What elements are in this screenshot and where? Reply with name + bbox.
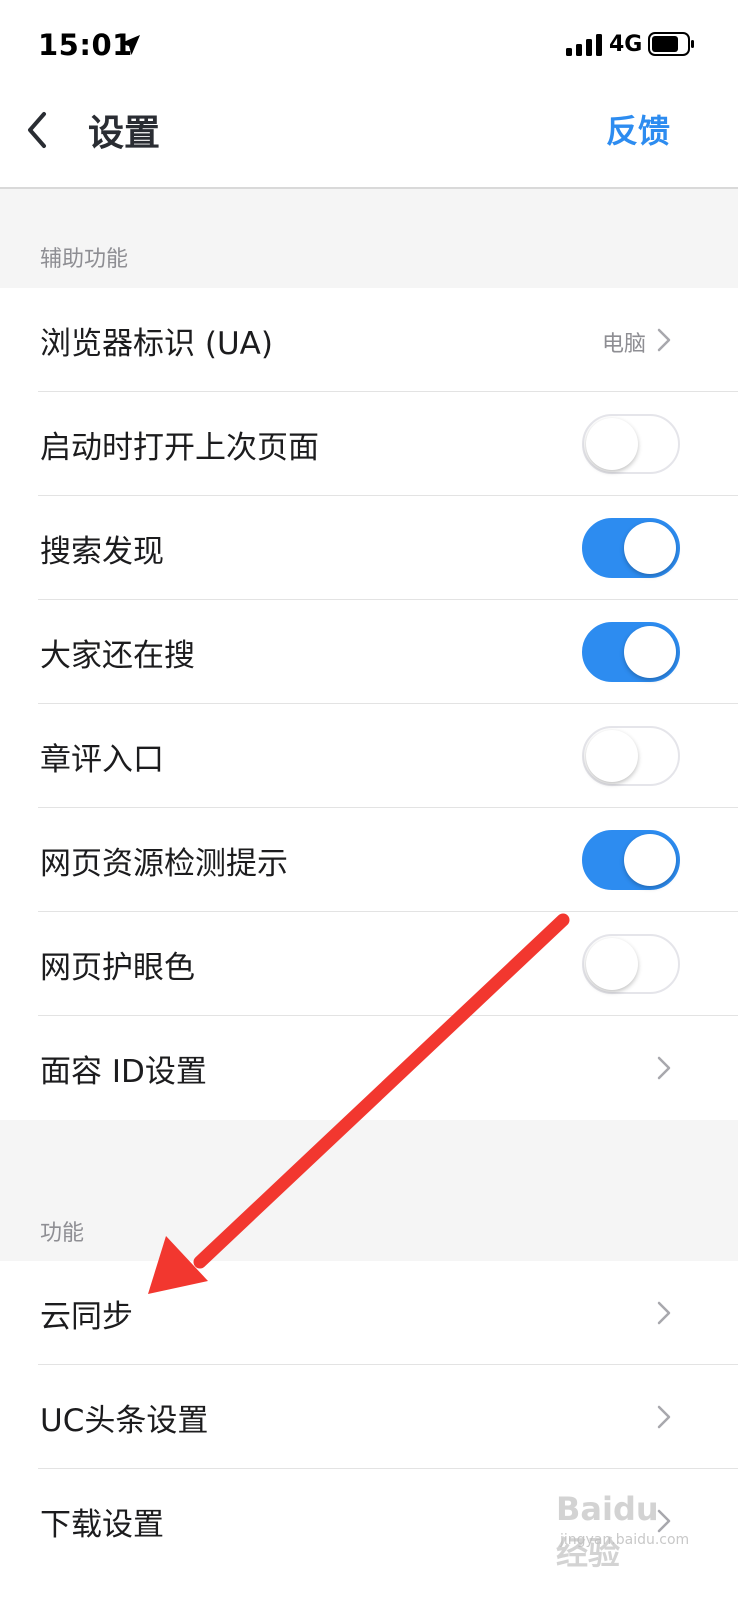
chevron-right-icon — [657, 1056, 671, 1080]
row-label: 启动时打开上次页面 — [40, 430, 319, 466]
location-arrow-icon — [120, 35, 140, 55]
row-face-id-settings[interactable]: 面容 ID设置 — [0, 1016, 738, 1120]
status-bar: 15:01 4G — [0, 0, 738, 90]
back-chevron-icon[interactable] — [20, 108, 60, 152]
row-label: 面容 ID设置 — [40, 1054, 207, 1090]
row-label: 网页资源检测提示 — [40, 846, 288, 882]
toggle-knob — [586, 730, 638, 782]
baidu-watermark: Baidu经验 jingyan.baidu.com — [548, 1490, 690, 1572]
network-type: 4G — [609, 32, 643, 57]
row-browser-ua[interactable]: 浏览器标识 (UA) 电脑 — [0, 288, 738, 392]
row-label: UC头条设置 — [40, 1403, 209, 1439]
toggle-resource-detection[interactable] — [582, 830, 680, 890]
section-header-accessibility: 辅助功能 — [0, 191, 738, 288]
settings-group-accessibility: 浏览器标识 (UA) 电脑 启动时打开上次页面 搜索发现 大家还在搜 章评入口 — [0, 288, 738, 1120]
settings-screen: 15:01 4G 设置 反馈 辅助功能 浏览器标识 (UA) 电脑 启动时打开上… — [0, 0, 738, 1600]
row-chapter-comments: 章评入口 — [0, 704, 738, 808]
row-uc-headlines-settings[interactable]: UC头条设置 — [0, 1365, 738, 1469]
toggle-knob — [586, 938, 638, 990]
row-label: 搜索发现 — [40, 534, 164, 570]
page-title: 设置 — [88, 113, 161, 154]
row-others-searching: 大家还在搜 — [0, 600, 738, 704]
section-header-features: 功能 — [0, 1120, 738, 1261]
toggle-knob — [624, 522, 676, 574]
toggle-open-last-page[interactable] — [582, 414, 680, 474]
row-value: 电脑 — [601, 332, 646, 357]
section-header-label: 功能 — [40, 1221, 85, 1246]
chevron-right-icon — [657, 1301, 671, 1325]
feedback-button[interactable]: 反馈 — [606, 106, 670, 152]
watermark-sub: jingyan.baidu.com — [560, 1532, 690, 1548]
section-header-label: 辅助功能 — [40, 247, 129, 272]
row-label: 网页护眼色 — [40, 950, 195, 986]
row-label: 浏览器标识 (UA) — [40, 326, 273, 362]
row-search-discovery: 搜索发现 — [0, 496, 738, 600]
toggle-knob — [586, 418, 638, 470]
toggle-knob — [624, 834, 676, 886]
row-eye-care-color: 网页护眼色 — [0, 912, 738, 1016]
row-label: 下载设置 — [40, 1507, 164, 1543]
toggle-knob — [624, 626, 676, 678]
toggle-eye-care-color[interactable] — [582, 934, 680, 994]
toggle-search-discovery[interactable] — [582, 518, 680, 578]
row-label: 章评入口 — [40, 742, 164, 778]
chevron-right-icon — [657, 328, 671, 352]
row-label: 云同步 — [40, 1299, 133, 1335]
chevron-right-icon — [657, 1405, 671, 1429]
row-open-last-page: 启动时打开上次页面 — [0, 392, 738, 496]
row-label: 大家还在搜 — [40, 638, 195, 674]
row-cloud-sync[interactable]: 云同步 — [0, 1261, 738, 1365]
toggle-others-searching[interactable] — [582, 622, 680, 682]
nav-bar: 设置 反馈 — [0, 90, 738, 189]
row-resource-detection: 网页资源检测提示 — [0, 808, 738, 912]
toggle-chapter-comments[interactable] — [582, 726, 680, 786]
cellular-signal-icon — [566, 34, 602, 56]
battery-icon — [648, 32, 694, 56]
